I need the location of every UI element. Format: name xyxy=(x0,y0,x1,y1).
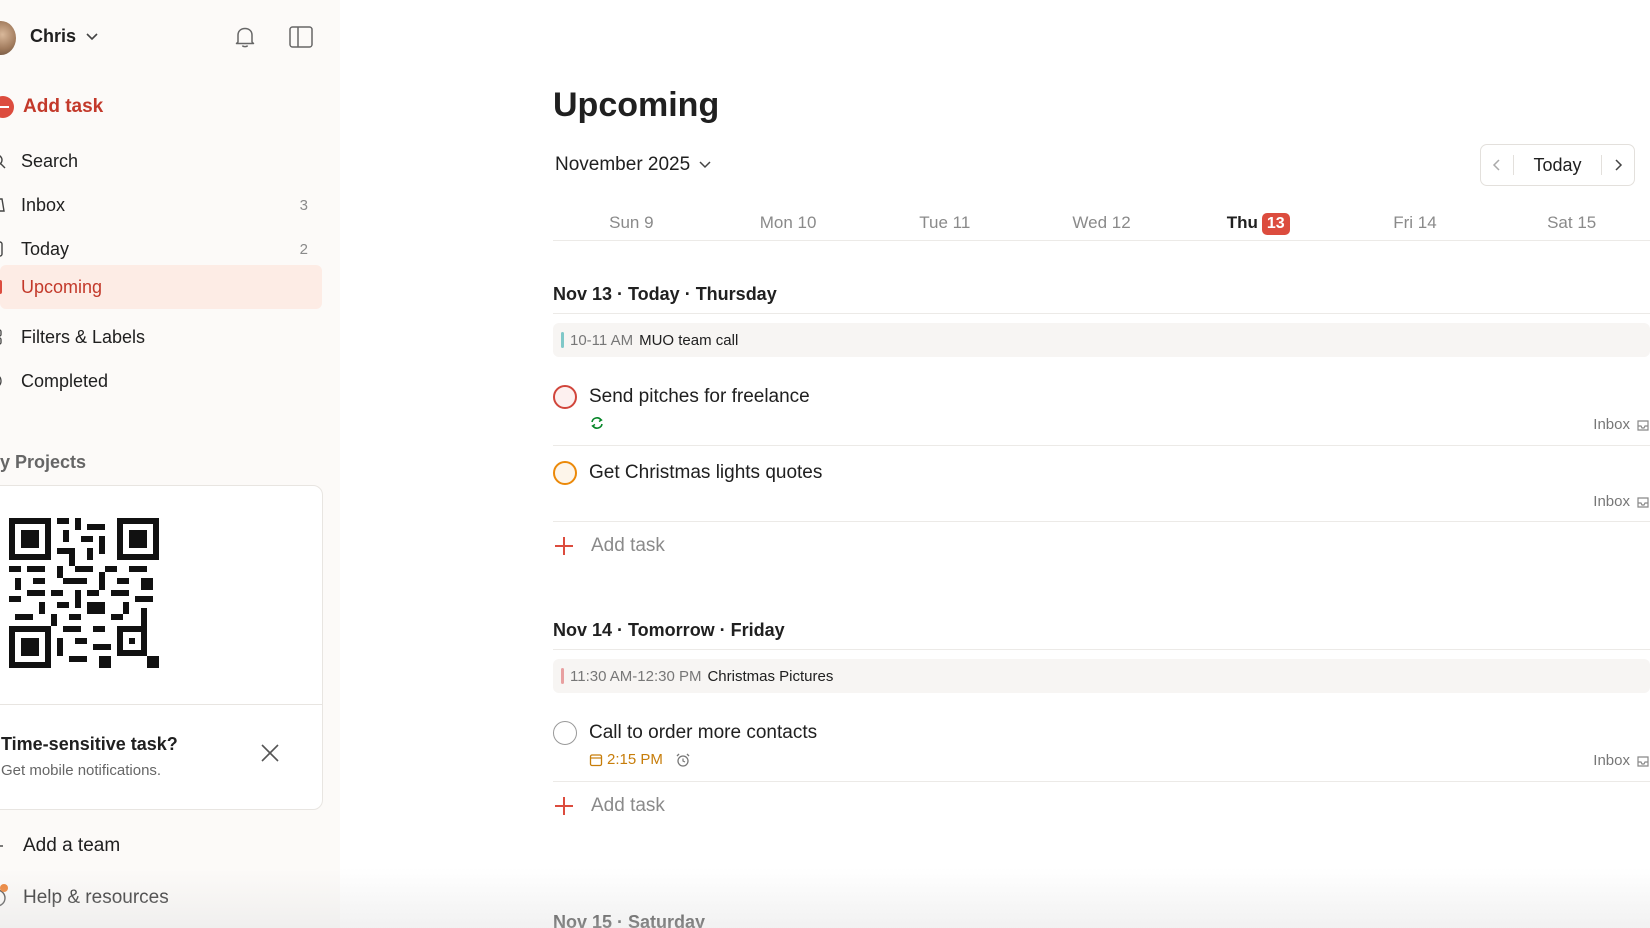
task-checkbox[interactable] xyxy=(553,721,577,745)
inbox-icon xyxy=(1637,420,1649,431)
sidebar-item-completed[interactable]: Completed xyxy=(0,359,322,403)
search-icon xyxy=(0,155,6,169)
event-time: 10-11 AM xyxy=(570,331,634,349)
sidebar-item-filters-labels[interactable]: Filters & Labels xyxy=(0,315,322,359)
close-icon[interactable] xyxy=(259,742,281,764)
inbox-count: 3 xyxy=(299,196,308,214)
task-title[interactable]: Send pitches for freelance xyxy=(589,386,810,408)
task-meta: 2:15 PM xyxy=(589,751,691,768)
qr-code-icon xyxy=(9,518,159,668)
add-task-inline-button[interactable]: Add task xyxy=(553,795,665,817)
add-circle-icon xyxy=(0,96,14,118)
my-projects-heading[interactable]: y Projects xyxy=(0,452,86,473)
chevron-right-icon xyxy=(1615,159,1623,171)
alarm-icon xyxy=(676,753,690,767)
inbox-icon xyxy=(1637,756,1649,767)
inbox-icon xyxy=(1637,497,1649,508)
chevron-down-icon[interactable] xyxy=(84,30,100,44)
add-task-label: Add task xyxy=(591,535,665,556)
today-count: 2 xyxy=(299,240,308,258)
calendar-upcoming-icon xyxy=(0,280,2,294)
sidebar: Chris Add task Search Inbox 3 Today 2 Up… xyxy=(0,0,340,928)
inbox-icon xyxy=(0,198,5,212)
user-name[interactable]: Chris xyxy=(30,26,76,47)
day-tue[interactable]: Tue 11 xyxy=(866,205,1023,240)
task-item[interactable]: Get Christmas lights quotes Inbox xyxy=(553,461,1650,522)
day-label: Thu xyxy=(1226,213,1258,232)
sidebar-item-search[interactable]: Search xyxy=(0,139,322,183)
day-mon[interactable]: Mon 10 xyxy=(710,205,867,240)
sidebar-item-upcoming[interactable]: Upcoming xyxy=(0,265,322,309)
date-navigation: Today xyxy=(1480,144,1635,186)
recurring-icon xyxy=(591,417,603,429)
plus-icon xyxy=(553,535,575,557)
add-task-button[interactable]: Add task xyxy=(0,96,103,118)
task-project[interactable]: Inbox xyxy=(1593,493,1630,510)
promo-divider xyxy=(0,704,322,705)
sidebar-item-label: Filters & Labels xyxy=(21,326,146,347)
avatar[interactable] xyxy=(0,21,16,55)
filters-icon xyxy=(0,329,2,345)
promo-title: Time-sensitive task? xyxy=(1,734,178,754)
day-sat[interactable]: Sat 15 xyxy=(1493,205,1650,240)
month-picker[interactable]: November 2025 xyxy=(555,154,712,176)
section-header: Nov 13 · Today · Thursday xyxy=(553,278,1650,314)
sidebar-item-label: Search xyxy=(21,150,79,171)
task-title[interactable]: Call to order more contacts xyxy=(589,722,817,744)
help-label: Help & resources xyxy=(23,887,169,908)
chevron-left-icon xyxy=(1492,159,1500,171)
section-header: Nov 15 · Saturday xyxy=(553,912,706,928)
check-circle-icon xyxy=(0,376,2,386)
sidebar-item-label: Inbox xyxy=(21,194,66,215)
sidebar-item-label: Today xyxy=(21,238,70,259)
previous-week-button[interactable] xyxy=(1481,145,1513,185)
task-checkbox[interactable] xyxy=(553,461,577,485)
add-task-inline-button[interactable]: Add task xyxy=(553,535,665,557)
task-meta xyxy=(589,415,605,431)
event-title: MUO team call xyxy=(639,331,739,349)
sidebar-item-inbox[interactable]: Inbox 3 xyxy=(0,183,322,227)
calendar-today-icon xyxy=(0,241,3,257)
bell-icon[interactable] xyxy=(232,24,258,50)
day-thu-today[interactable]: Thu 13 xyxy=(1180,205,1337,240)
sidebar-item-label: Completed xyxy=(21,370,109,391)
day-wed[interactable]: Wed 12 xyxy=(1023,205,1180,240)
calendar-icon xyxy=(589,753,603,766)
task-project[interactable]: Inbox xyxy=(1593,752,1630,769)
sidebar-toggle-icon[interactable] xyxy=(288,25,314,49)
add-task-label: Add task xyxy=(591,795,665,816)
today-date-badge: 13 xyxy=(1261,213,1290,235)
event-color-bar xyxy=(561,668,564,684)
task-checkbox[interactable] xyxy=(553,385,577,409)
event-time: 11:30 AM-12:30 PM xyxy=(570,667,702,685)
task-title[interactable]: Get Christmas lights quotes xyxy=(589,462,822,484)
task-project[interactable]: Inbox xyxy=(1593,416,1630,433)
task-item[interactable]: Call to order more contacts 2:15 PM Inbo… xyxy=(553,721,1650,782)
section-header: Nov 14 · Tomorrow · Friday xyxy=(553,614,1650,650)
day-sun[interactable]: Sun 9 xyxy=(553,205,710,240)
today-button[interactable]: Today xyxy=(1514,155,1601,176)
page-title: Upcoming xyxy=(553,86,720,124)
promo-subtitle: Get mobile notifications. xyxy=(1,762,162,779)
event-color-bar xyxy=(561,332,564,348)
week-strip: Sun 9 Mon 10 Tue 11 Wed 12 Thu 13 Fri 14 … xyxy=(553,205,1650,241)
task-item[interactable]: Send pitches for freelance Inbox xyxy=(553,385,1650,446)
main-content: Upcoming November 2025 Today Sun 9 Mon 1… xyxy=(340,0,1650,928)
event-title: Christmas Pictures xyxy=(707,667,834,685)
chevron-down-icon xyxy=(699,161,711,169)
calendar-event[interactable]: 11:30 AM-12:30 PM Christmas Pictures xyxy=(553,659,1650,693)
month-label: November 2025 xyxy=(555,154,691,175)
plus-icon xyxy=(553,795,575,817)
mobile-notification-promo: Time-sensitive task? Get mobile notifica… xyxy=(0,485,323,810)
next-week-button[interactable] xyxy=(1602,145,1634,185)
task-due-time[interactable]: 2:15 PM xyxy=(607,751,663,768)
help-icon xyxy=(0,884,8,907)
calendar-event[interactable]: 10-11 AM MUO team call xyxy=(553,323,1650,357)
add-team-label: Add a team xyxy=(23,835,121,856)
day-fri[interactable]: Fri 14 xyxy=(1337,205,1494,240)
sidebar-item-label: Upcoming xyxy=(21,276,103,297)
plus-icon xyxy=(0,845,3,847)
add-task-label: Add task xyxy=(23,96,104,117)
